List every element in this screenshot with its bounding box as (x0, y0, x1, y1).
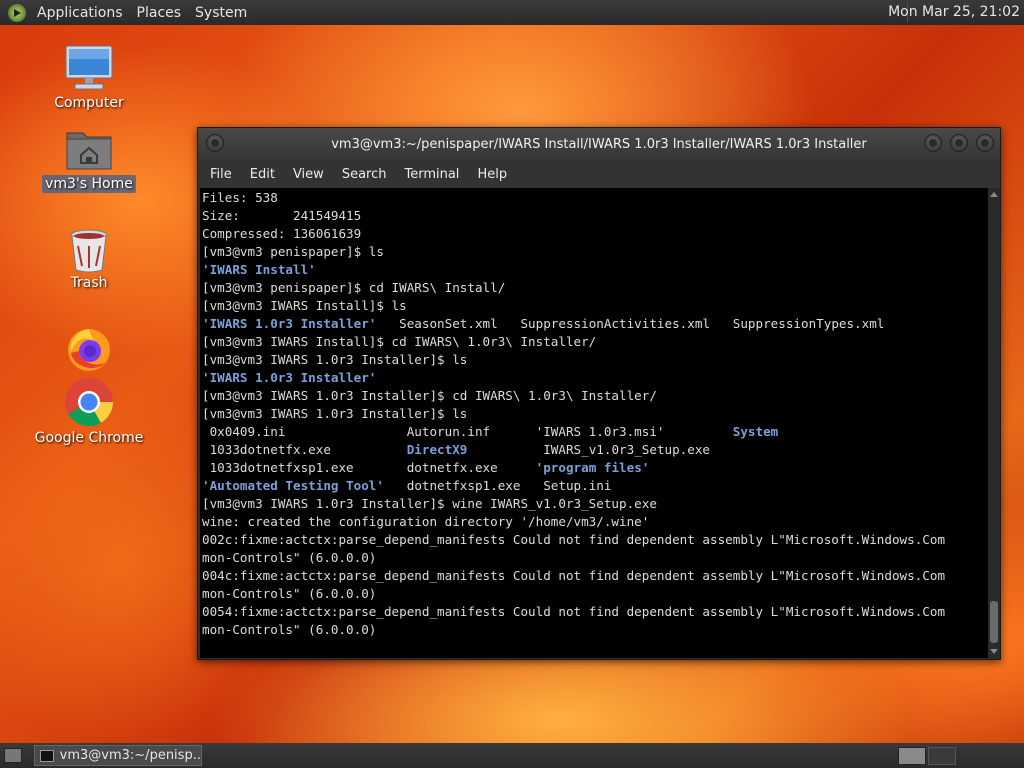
scroll-up-arrow-icon[interactable] (990, 192, 998, 197)
terminal-line: 'IWARS 1.0r3 Installer' SeasonSet.xml Su… (202, 316, 885, 331)
terminal-line: mon-Controls" (6.0.0.0) (202, 550, 377, 565)
window-titlebar[interactable]: vm3@vm3:~/penispaper/IWARS Install/IWARS… (198, 128, 1000, 160)
trash-icon (70, 229, 108, 273)
chrome-icon (65, 378, 113, 427)
terminal-line: 0x0409.ini Autorun.inf 'IWARS 1.0r3.msi'… (202, 424, 779, 439)
show-desktop-icon[interactable] (4, 748, 22, 763)
terminal-menubar: File Edit View Search Terminal Help (198, 160, 1000, 188)
desktop-icon-label: Computer (54, 95, 124, 111)
terminal-line: 004c:fixme:actctx:parse_depend_manifests… (202, 568, 946, 583)
places-menu[interactable]: Places (134, 5, 185, 21)
maximize-button[interactable] (950, 134, 968, 152)
terminal-icon (40, 749, 54, 762)
terminal-line: mon-Controls" (6.0.0.0) (202, 586, 377, 601)
window-menu-button[interactable] (206, 134, 224, 152)
close-button[interactable] (976, 134, 994, 152)
desktop-icon-firefox[interactable] (62, 325, 116, 373)
workspace-2[interactable] (928, 747, 956, 765)
terminal-line: [vm3@vm3 IWARS Install]$ ls (202, 298, 407, 313)
terminal-line: 'Automated Testing Tool' dotnetfxsp1.exe… (202, 478, 612, 493)
terminal-line: [vm3@vm3 IWARS 1.0r3 Installer]$ ls (202, 352, 468, 367)
desktop-icon-computer[interactable]: Computer (50, 44, 128, 112)
terminal-line: 'IWARS Install' (202, 262, 316, 277)
desktop-icon-trash[interactable]: Trash (50, 228, 128, 292)
desktop-icon-home[interactable]: vm3's Home (42, 127, 136, 193)
terminal-line: 1033dotnetfx.exe DirectX9 IWARS_v1.0r3_S… (202, 442, 711, 457)
terminal-line: [vm3@vm3 IWARS Install]$ cd IWARS\ 1.0r3… (202, 334, 597, 349)
terminal-line: [vm3@vm3 IWARS 1.0r3 Installer]$ wine IW… (202, 496, 657, 511)
terminal-output[interactable]: Files: 538 Size: 241549415 Compressed: 136… (200, 188, 988, 658)
home-folder-icon (66, 132, 112, 170)
top-panel: Applications Places System Mon Mar 25, 2… (0, 0, 1024, 25)
terminal-line: [vm3@vm3 penispaper]$ cd IWARS\ Install/ (202, 280, 506, 295)
firefox-icon (68, 329, 110, 371)
terminal-line: Files: 538 (202, 190, 278, 205)
desktop-icon-chrome[interactable]: Google Chrome (30, 377, 148, 447)
terminal-line: mon-Controls" (6.0.0.0) (202, 622, 377, 637)
menu-search[interactable]: Search (336, 167, 393, 182)
desktop-icon-label: Trash (70, 275, 108, 291)
desktop-icon-label: Google Chrome (34, 430, 144, 446)
taskbar-item-label: vm3@vm3:~/penisp... (59, 748, 201, 763)
menu-file[interactable]: File (204, 167, 238, 182)
distro-logo-icon[interactable] (8, 3, 26, 22)
applications-menu[interactable]: Applications (34, 5, 126, 21)
taskbar-item-terminal[interactable]: vm3@vm3:~/penisp... (34, 745, 202, 766)
terminal-window[interactable]: vm3@vm3:~/penispaper/IWARS Install/IWARS… (197, 127, 1001, 660)
window-title: vm3@vm3:~/penispaper/IWARS Install/IWARS… (331, 136, 867, 152)
terminal-line: Size: 241549415 (202, 208, 362, 223)
menu-help[interactable]: Help (471, 167, 513, 182)
terminal-line: [vm3@vm3 IWARS 1.0r3 Installer]$ cd IWAR… (202, 388, 657, 403)
terminal-line: 1033dotnetfxsp1.exe dotnetfx.exe 'progra… (202, 460, 650, 475)
scroll-down-arrow-icon[interactable] (990, 649, 998, 654)
menu-edit[interactable]: Edit (244, 167, 281, 182)
terminal-line: Compressed: 136061639 (202, 226, 362, 241)
menu-view[interactable]: View (287, 167, 330, 182)
terminal-scrollbar[interactable] (988, 188, 1000, 658)
menu-terminal[interactable]: Terminal (398, 167, 465, 182)
terminal-line: 0054:fixme:actctx:parse_depend_manifests… (202, 604, 946, 619)
minimize-button[interactable] (924, 134, 942, 152)
clock[interactable]: Mon Mar 25, 21:02 (888, 4, 1020, 20)
scrollbar-thumb[interactable] (990, 601, 998, 643)
system-menu[interactable]: System (192, 5, 250, 21)
terminal-line: 'IWARS 1.0r3 Installer' (202, 370, 377, 385)
workspace-1[interactable] (898, 747, 926, 765)
desktop-icon-label: vm3's Home (42, 175, 136, 193)
computer-icon (65, 45, 113, 90)
terminal-line: [vm3@vm3 penispaper]$ ls (202, 244, 384, 259)
terminal-line: [vm3@vm3 IWARS 1.0r3 Installer]$ ls (202, 406, 468, 421)
terminal-line: wine: created the configuration director… (202, 514, 650, 529)
terminal-line: 002c:fixme:actctx:parse_depend_manifests… (202, 532, 946, 547)
bottom-panel: vm3@vm3:~/penisp... (0, 743, 1024, 768)
